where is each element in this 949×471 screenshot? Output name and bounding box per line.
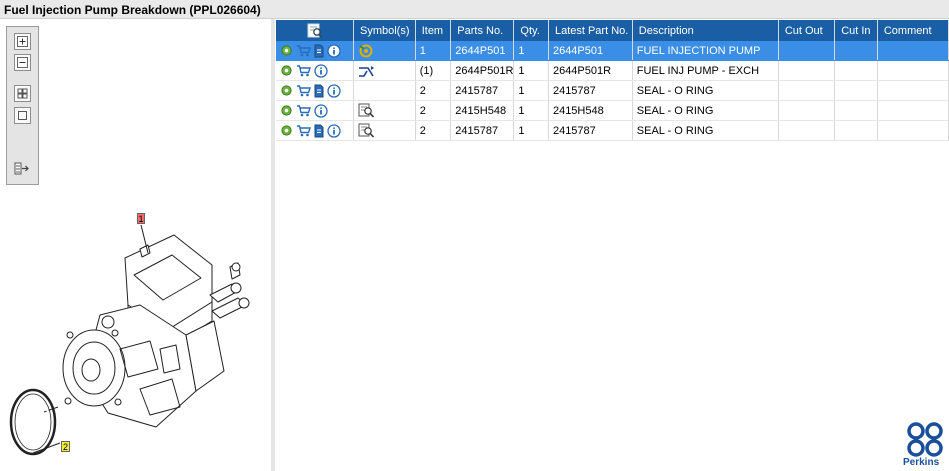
item-cell: (1) [415, 60, 452, 81]
row-actions [276, 120, 354, 141]
symbol-cell [353, 120, 416, 141]
comment-cell [877, 80, 949, 101]
cart-icon[interactable] [296, 104, 311, 117]
latest-part-no-cell: 2415H548 [548, 100, 633, 121]
comment-cell [877, 41, 949, 61]
cut-out-cell [778, 41, 836, 61]
cut-in-cell [834, 80, 878, 101]
row-actions [276, 60, 354, 81]
comment-cell [877, 120, 949, 141]
perkins-logo-text: Perkins [903, 457, 940, 468]
symbol-cell [353, 80, 416, 101]
qty-cell: 1 [513, 41, 549, 61]
cart-icon[interactable] [296, 44, 311, 57]
comment-cell [877, 60, 949, 81]
description-cell: SEAL - O RING [632, 100, 779, 121]
qty-cell: 1 [513, 60, 549, 81]
qty-cell: 1 [513, 100, 549, 121]
table-row[interactable]: 2 2415787 1 2415787 SEAL - O RING [276, 120, 949, 141]
description-cell: FUEL INJECTION PUMP [632, 41, 779, 61]
document-icon[interactable] [314, 124, 324, 138]
latest-part-no-cell: 2415787 [548, 120, 633, 141]
info-icon[interactable] [314, 63, 328, 78]
row-actions [276, 80, 354, 101]
column-header-parts-no[interactable]: Parts No. [450, 20, 515, 41]
row-actions [276, 41, 354, 61]
info-icon[interactable] [327, 83, 341, 98]
document-icon[interactable] [314, 44, 324, 58]
latest-part-no-cell: 2415787 [548, 80, 633, 101]
column-header-item[interactable]: Item [415, 20, 452, 41]
detail-view-symbol-icon[interactable] [358, 123, 375, 138]
cut-out-cell [778, 60, 836, 81]
item-cell: 1 [415, 41, 452, 61]
cut-in-cell [834, 100, 878, 121]
cart-icon[interactable] [296, 64, 311, 77]
column-header-description[interactable]: Description [632, 20, 779, 41]
table-header: Symbol(s) Item Parts No. Qty. Latest Par… [276, 20, 949, 41]
cart-icon[interactable] [296, 124, 311, 137]
preview-icon[interactable] [307, 23, 323, 39]
info-icon[interactable] [327, 43, 341, 58]
column-header-symbols[interactable]: Symbol(s) [353, 20, 416, 41]
comment-cell [877, 100, 949, 121]
parts-table: Symbol(s) Item Parts No. Qty. Latest Par… [276, 20, 949, 141]
description-cell: FUEL INJ PUMP - EXCH [632, 60, 779, 81]
parts-no-cell: 2644P501 [450, 41, 515, 61]
column-header-cut-in[interactable]: Cut In [834, 20, 878, 41]
column-header-qty[interactable]: Qty. [513, 20, 549, 41]
symbol-cell [353, 41, 416, 61]
gear-icon[interactable] [280, 64, 293, 77]
info-icon[interactable] [314, 103, 328, 118]
table-row[interactable]: 2 2415787 1 2415787 SEAL - O RING [276, 80, 949, 101]
callout-2[interactable]: 2 [61, 441, 70, 452]
cut-out-cell [778, 120, 836, 141]
cut-out-cell [778, 100, 836, 121]
title-bar: Fuel Injection Pump Breakdown (PPL026604… [0, 0, 949, 19]
item-cell: 2 [415, 120, 452, 141]
column-header-comment[interactable]: Comment [877, 20, 949, 41]
callout-1[interactable]: 1 [137, 213, 145, 224]
diagram-pane[interactable]: 1 2 [0, 19, 271, 471]
exchange-symbol-icon[interactable] [358, 64, 376, 78]
latest-part-no-cell: 2644P501 [548, 41, 633, 61]
table-row[interactable]: (1) 2644P501R 1 2644P501R FUEL INJ PUMP - EX… [276, 60, 949, 81]
symbol-cell [353, 100, 416, 121]
qty-cell: 1 [513, 120, 549, 141]
cut-out-cell [778, 80, 836, 101]
gear-icon[interactable] [280, 124, 293, 137]
gear-icon[interactable] [280, 44, 293, 57]
cart-icon[interactable] [296, 84, 311, 97]
latest-part-no-cell: 2644P501R [548, 60, 633, 81]
cut-in-cell [834, 60, 878, 81]
gear-icon[interactable] [280, 104, 293, 117]
assembly-symbol-icon[interactable] [358, 43, 374, 58]
detail-view-symbol-icon[interactable] [358, 103, 375, 118]
parts-no-cell: 2415787 [450, 120, 515, 141]
description-cell: SEAL - O RING [632, 120, 779, 141]
item-cell: 2 [415, 100, 452, 121]
symbol-cell [353, 60, 416, 81]
row-actions [276, 100, 354, 121]
parts-no-cell: 2415787 [450, 80, 515, 101]
window-title: Fuel Injection Pump Breakdown (PPL026604… [4, 3, 261, 17]
cut-in-cell [834, 120, 878, 141]
item-cell: 2 [415, 80, 452, 101]
table-row[interactable]: 2 2415H548 1 2415H548 SEAL - O RING [276, 100, 949, 121]
info-icon[interactable] [327, 123, 341, 138]
column-header-cut-out[interactable]: Cut Out [778, 20, 836, 41]
table-row[interactable]: 1 2644P501 1 2644P501 FUEL INJECTION PUMP [276, 41, 949, 61]
pane-splitter[interactable] [271, 19, 275, 471]
qty-cell: 1 [513, 80, 549, 101]
parts-no-cell: 2644P501R [450, 60, 515, 81]
cut-in-cell [834, 41, 878, 61]
parts-no-cell: 2415H548 [450, 100, 515, 121]
document-icon[interactable] [314, 84, 324, 98]
fuel-pump-illustration [9, 224, 250, 456]
column-header-latest-part-no[interactable]: Latest Part No. [548, 20, 633, 41]
column-header-actions[interactable] [276, 20, 354, 41]
description-cell: SEAL - O RING [632, 80, 779, 101]
gear-icon[interactable] [280, 84, 293, 97]
